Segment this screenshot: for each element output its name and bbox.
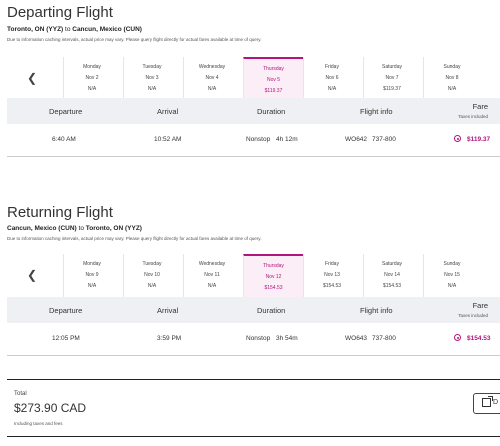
fare-radio[interactable] [454, 334, 461, 341]
arrival-time: 3:59 PM [157, 335, 182, 342]
returning-day-0[interactable]: Monday Nov 9 N/A [63, 254, 120, 298]
returning-destination: Toronto, ON (YYZ) [85, 225, 142, 232]
col-arrival: Arrival [157, 306, 179, 315]
departing-table-header: Departure Arrival Duration Flight info F… [7, 98, 500, 124]
returning-day-3[interactable]: Thursday Nov 12 $154.53 [243, 254, 303, 298]
departing-time: 6:40 AM [52, 136, 76, 143]
departing-day-4[interactable]: Friday Nov 6 N/A [303, 57, 360, 101]
chevron-left-icon[interactable]: ❮ [27, 268, 37, 282]
returning-disclaimer: Due to information caching intervals, ac… [7, 236, 262, 241]
returning-day-6[interactable]: Sunday Nov 15 N/A [423, 254, 480, 298]
external-link-label: D [493, 399, 499, 406]
flight-number: WO643 [345, 335, 368, 342]
aircraft: 737-800 [372, 335, 396, 342]
fare-price: $154.53 [467, 335, 491, 342]
route-to-word: to [78, 225, 84, 232]
col-departure: Departure [49, 306, 83, 315]
returning-date-bar: ❮ Monday Nov 9 N/A Tuesday Nov 10 N/A Wednes… [0, 254, 500, 298]
total-label: Total [14, 391, 27, 397]
returning-route: Cancun, Mexico (CUN) to Toronto, ON (YYZ… [7, 225, 142, 232]
arrival-time: 10:52 AM [154, 136, 182, 143]
departing-day-0[interactable]: Monday Nov 2 N/A [63, 57, 120, 101]
stops: Nonstop [246, 136, 271, 143]
col-duration: Duration [257, 306, 286, 315]
external-link-icon [482, 396, 493, 407]
duration: 4h 12m [276, 136, 298, 143]
returning-flight-row[interactable]: 12:05 PM 3:59 PM Nonstop 3h 54m WO643 73… [7, 323, 500, 356]
fare-price: $119.37 [467, 136, 491, 143]
departing-route: Toronto, ON (YYZ) to Cancun, Mexico (CUN… [7, 26, 142, 33]
departing-date-bar: ❮ Monday Nov 2 N/A Tuesday Nov 3 N/A Wednesd… [0, 57, 500, 101]
col-fare: Fare Taxes included [458, 301, 488, 318]
col-flight-info: Flight info [360, 107, 393, 116]
returning-title: Returning Flight [7, 204, 113, 221]
departing-day-1[interactable]: Tuesday Nov 3 N/A [123, 57, 180, 101]
departing-day-5[interactable]: Saturday Nov 7 $119.37 [363, 57, 420, 101]
col-departure: Departure [49, 107, 83, 116]
total-divider-bottom [7, 436, 500, 437]
departing-day-3[interactable]: Thursday Nov 5 $119.37 [243, 57, 303, 101]
col-arrival: Arrival [157, 107, 179, 116]
col-fare: Fare Taxes included [458, 102, 488, 119]
aircraft: 737-800 [372, 136, 396, 143]
returning-day-5[interactable]: Saturday Nov 14 $154.53 [363, 254, 420, 298]
duration: 3h 54m [276, 335, 298, 342]
fare-radio[interactable] [454, 135, 461, 142]
total-subtext: Including taxes and fees [14, 421, 63, 426]
external-link-button[interactable]: D [473, 393, 500, 414]
returning-day-4[interactable]: Friday Nov 13 $154.53 [303, 254, 360, 298]
total-divider-top [7, 379, 500, 380]
departing-day-6[interactable]: Sunday Nov 8 N/A [423, 57, 480, 101]
col-flight-info: Flight info [360, 306, 393, 315]
departing-origin: Toronto, ON (YYZ) [7, 26, 64, 33]
returning-origin: Cancun, Mexico (CUN) [7, 225, 77, 232]
total-value: $273.90 CAD [14, 401, 87, 415]
returning-day-1[interactable]: Tuesday Nov 10 N/A [123, 254, 180, 298]
returning-table-header: Departure Arrival Duration Flight info F… [7, 297, 500, 323]
departing-flight-row[interactable]: 6:40 AM 10:52 AM Nonstop 4h 12m WO642 73… [7, 124, 500, 157]
departing-destination: Cancun, Mexico (CUN) [72, 26, 142, 33]
chevron-left-icon[interactable]: ❮ [27, 71, 37, 85]
col-duration: Duration [257, 107, 286, 116]
departing-disclaimer: Due to information caching intervals, ac… [7, 37, 262, 42]
returning-day-2[interactable]: Wednesday Nov 11 N/A [183, 254, 240, 298]
departing-title: Departing Flight [7, 4, 113, 21]
departing-day-2[interactable]: Wednesday Nov 4 N/A [183, 57, 240, 101]
stops: Nonstop [246, 335, 271, 342]
route-to-word: to [65, 26, 71, 33]
departure-time: 12:05 PM [52, 335, 80, 342]
flight-number: WO642 [345, 136, 368, 143]
